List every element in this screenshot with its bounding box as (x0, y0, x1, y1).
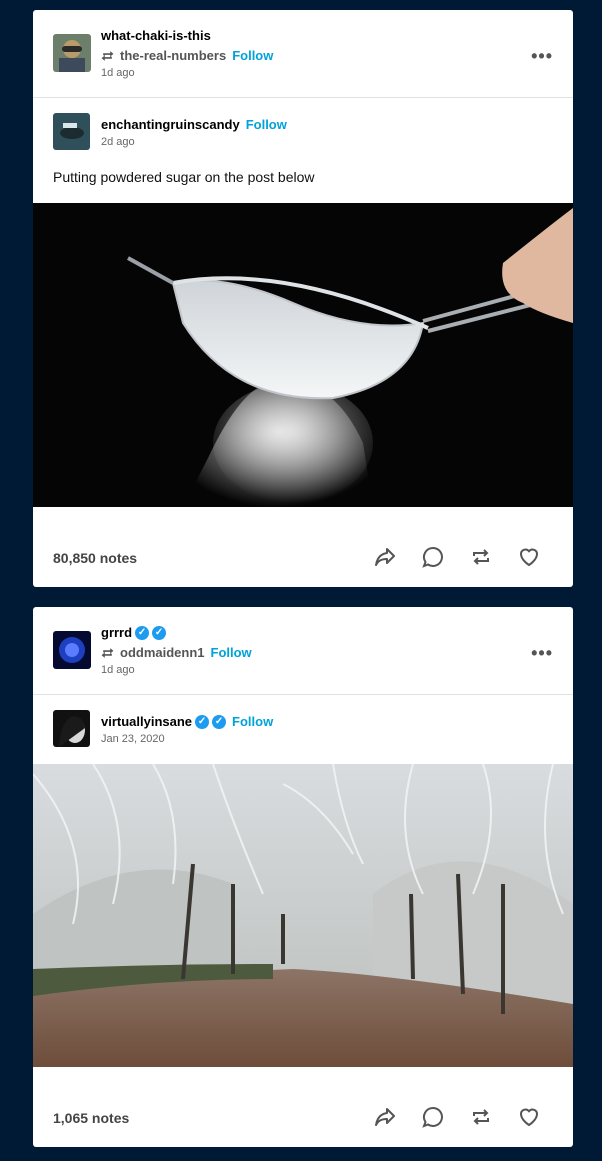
share-icon[interactable] (373, 1105, 397, 1129)
reblog-trail-header: virtuallyinsane ✓ ✓ Follow Jan 23, 2020 (33, 695, 573, 747)
verified-badge-icon: ✓ (212, 714, 227, 729)
post-card: grrrd ✓ ✓ oddmaidenn1 Follow 1d ago ••• … (33, 607, 573, 1147)
reblog-icon[interactable] (469, 1105, 493, 1129)
reblog-via-name[interactable]: oddmaidenn1 (120, 645, 205, 660)
notes-count[interactable]: 80,850 notes (53, 550, 137, 566)
post-card: what-chaki-is-this the-real-numbers Foll… (33, 10, 573, 587)
post-actions (373, 545, 541, 569)
reblogger-name[interactable]: what-chaki-is-this (101, 28, 211, 43)
post-footer: 80,850 notes (33, 507, 573, 587)
verified-badge-icon: ✓ (195, 714, 210, 729)
reblog-icon[interactable] (469, 545, 493, 569)
post-image[interactable] (33, 203, 573, 507)
op-timestamp[interactable]: 2d ago (101, 136, 135, 148)
reblog-icon (101, 647, 114, 658)
notes-count[interactable]: 1,065 notes (53, 1110, 129, 1126)
op-avatar[interactable] (53, 710, 90, 747)
more-icon[interactable]: ••• (531, 46, 553, 67)
reblogger-name[interactable]: grrrd (101, 625, 132, 640)
follow-button[interactable]: Follow (232, 714, 273, 729)
reblogger-avatar[interactable] (53, 631, 91, 669)
like-icon[interactable] (517, 545, 541, 569)
reblog-source: oddmaidenn1 Follow (101, 645, 252, 660)
like-icon[interactable] (517, 1105, 541, 1129)
reblog-source: the-real-numbers Follow (101, 48, 273, 63)
op-avatar[interactable] (53, 113, 90, 150)
post-header: what-chaki-is-this the-real-numbers Foll… (33, 10, 573, 98)
reblog-via-name[interactable]: the-real-numbers (120, 48, 226, 63)
post-timestamp[interactable]: 1d ago (101, 67, 135, 79)
op-name[interactable]: virtuallyinsane (101, 714, 192, 729)
reblog-icon (101, 50, 114, 61)
post-actions (373, 1105, 541, 1129)
follow-button[interactable]: Follow (211, 645, 252, 660)
more-icon[interactable]: ••• (531, 643, 553, 664)
reply-icon[interactable] (421, 1105, 445, 1129)
post-caption: Putting powdered sugar on the post below (53, 169, 315, 185)
reblog-trail-header: enchantingruinscandy Follow 2d ago (33, 98, 573, 150)
post-timestamp[interactable]: 1d ago (101, 664, 135, 676)
follow-button[interactable]: Follow (246, 117, 287, 132)
verified-badge-icon: ✓ (152, 625, 167, 640)
post-header: grrrd ✓ ✓ oddmaidenn1 Follow 1d ago ••• (33, 607, 573, 695)
op-timestamp[interactable]: Jan 23, 2020 (101, 733, 165, 745)
reply-icon[interactable] (421, 545, 445, 569)
follow-button[interactable]: Follow (232, 48, 273, 63)
post-footer: 1,065 notes (33, 1067, 573, 1147)
share-icon[interactable] (373, 545, 397, 569)
post-image[interactable] (33, 764, 573, 1067)
reblogger-avatar[interactable] (53, 34, 91, 72)
verified-badge-icon: ✓ (135, 625, 150, 640)
op-name[interactable]: enchantingruinscandy (101, 117, 240, 132)
